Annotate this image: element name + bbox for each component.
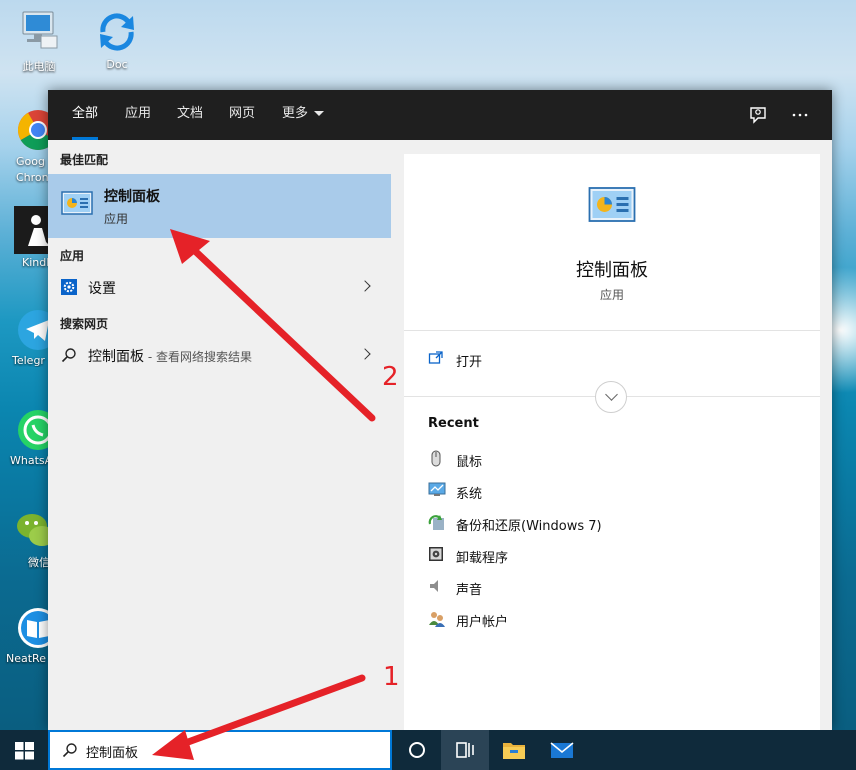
annotation-marker-1: 1 [383,662,400,692]
desktop-icon-label: Kindl [22,256,48,269]
more-options-icon[interactable] [788,103,812,127]
uninstall-program-icon [429,547,443,561]
desktop-icon-label: Doc [106,58,128,71]
desktop-icon-label: WhatsA [10,454,48,467]
desktop-icon-telegram[interactable]: Telegr [2,308,48,367]
recent-label: 用户帐户 [456,615,509,630]
desktop-icon-doc[interactable]: Doc [82,8,152,71]
detail-pane: 控制面板 应用 打开 Recent 鼠标 系统 备份和还原(Windows 7)… [404,154,820,730]
section-apps: 应用 [60,249,85,263]
search-input[interactable] [86,741,376,761]
detail-subtitle: 应用 [599,288,624,302]
recent-label: 系统 [456,487,483,502]
divider [404,330,820,331]
control-panel-icon [61,191,93,215]
taskbar-search-box[interactable] [48,730,392,770]
best-match-subtitle: 应用 [104,212,129,226]
recent-label: 声音 [456,583,483,598]
desktop-icon-neatreader[interactable]: NeatRe [2,606,48,665]
section-best-match: 最佳匹配 [60,153,109,167]
computer-icon [22,11,58,49]
tab-web[interactable]: 网页 [229,90,255,140]
desktop-icon-wechat[interactable]: 微信 [2,508,48,570]
sync-icon [100,13,134,51]
search-panel: 全部 应用 文档 网页 更多 最佳匹配 控制面板 应用 应用 设置 搜索网页 控… [48,90,832,730]
chrome-icon [18,110,48,150]
start-button[interactable] [0,730,48,770]
search-icon [62,743,77,758]
recent-label: 卸载程序 [456,551,509,566]
mouse-icon [431,450,441,467]
whatsapp-icon [18,410,48,450]
section-web-search: 搜索网页 [60,317,109,331]
desktop-icon-google-chrome[interactable]: Goog Chron [2,108,48,186]
action-open[interactable]: 打开 [428,348,788,372]
result-settings[interactable]: 设置 [48,270,391,304]
settings-gear-icon [61,279,77,295]
start-icon [15,742,34,760]
recent-label: 备份和还原(Windows 7) [456,519,602,534]
recent-item-uninstall-program[interactable]: 卸载程序 [428,544,788,568]
best-match-title: 控制面板 [104,189,160,205]
search-filter-bar: 全部 应用 文档 网页 更多 [48,90,832,140]
desktop-icon-label: Telegr [12,354,45,367]
annotation-marker-2: 2 [382,362,399,392]
recent-item-mouse[interactable]: 鼠标 [428,448,788,472]
backup-restore-icon [428,515,444,530]
open-icon [428,351,443,364]
tab-apps[interactable]: 应用 [125,90,151,140]
desktop-icon-this-pc[interactable]: 此电脑 [4,8,74,74]
tab-more[interactable]: 更多 [282,90,325,140]
detail-title: 控制面板 [576,260,648,281]
mail-button[interactable] [537,730,585,770]
desktop-icon-label: Goog Chron [16,155,48,184]
task-view-icon [456,742,474,758]
action-label: 打开 [456,355,483,370]
result-label: 设置 [88,281,116,297]
recent-heading: Recent [428,416,479,431]
speaker-icon [430,580,438,592]
result-sublabel: - 查看网络搜索结果 [144,350,252,364]
user-accounts-icon [429,612,445,627]
cortana-button[interactable] [393,730,441,770]
feedback-icon[interactable] [746,103,770,127]
control-panel-icon [588,187,636,222]
system-monitor-icon [428,482,446,496]
results-list: 最佳匹配 控制面板 应用 应用 设置 搜索网页 控制面板 - 查看网络搜索结果 [48,140,404,730]
recent-item-user-accounts[interactable]: 用户帐户 [428,608,788,632]
desktop-icon-label: 此电脑 [22,60,56,73]
desktop-icon-kindle[interactable]: Kindl [2,206,48,269]
taskbar [0,730,856,770]
chevron-right-icon[interactable] [359,348,371,360]
kindle-icon [14,206,48,254]
recent-item-backup-restore[interactable]: 备份和还原(Windows 7) [428,512,788,536]
file-explorer-button[interactable] [489,730,537,770]
cortana-icon [409,742,425,758]
chevron-right-icon[interactable] [359,280,371,292]
tab-all[interactable]: 全部 [72,90,99,140]
recent-item-system[interactable]: 系统 [428,480,788,504]
desktop-icon-whatsapp[interactable]: WhatsA [2,408,48,467]
result-web-search[interactable]: 控制面板 - 查看网络搜索结果 [48,338,391,372]
wechat-icon [17,514,48,546]
task-view-button[interactable] [441,730,489,770]
desktop-icon-label: 微信 [28,556,48,569]
search-icon [61,348,76,363]
tab-documents[interactable]: 文档 [177,90,203,140]
result-label: 控制面板 - 查看网络搜索结果 [88,349,252,365]
chevron-down-icon [314,111,325,116]
expand-chevron-button[interactable] [595,381,627,413]
file-explorer-icon [503,743,525,759]
desktop-icon-label: NeatRe [6,652,46,665]
book-icon [18,608,48,648]
telegram-icon [18,310,48,350]
recent-item-sound[interactable]: 声音 [428,576,788,600]
best-match-control-panel[interactable]: 控制面板 应用 [48,174,391,238]
recent-label: 鼠标 [456,455,483,470]
mail-icon [550,742,574,758]
